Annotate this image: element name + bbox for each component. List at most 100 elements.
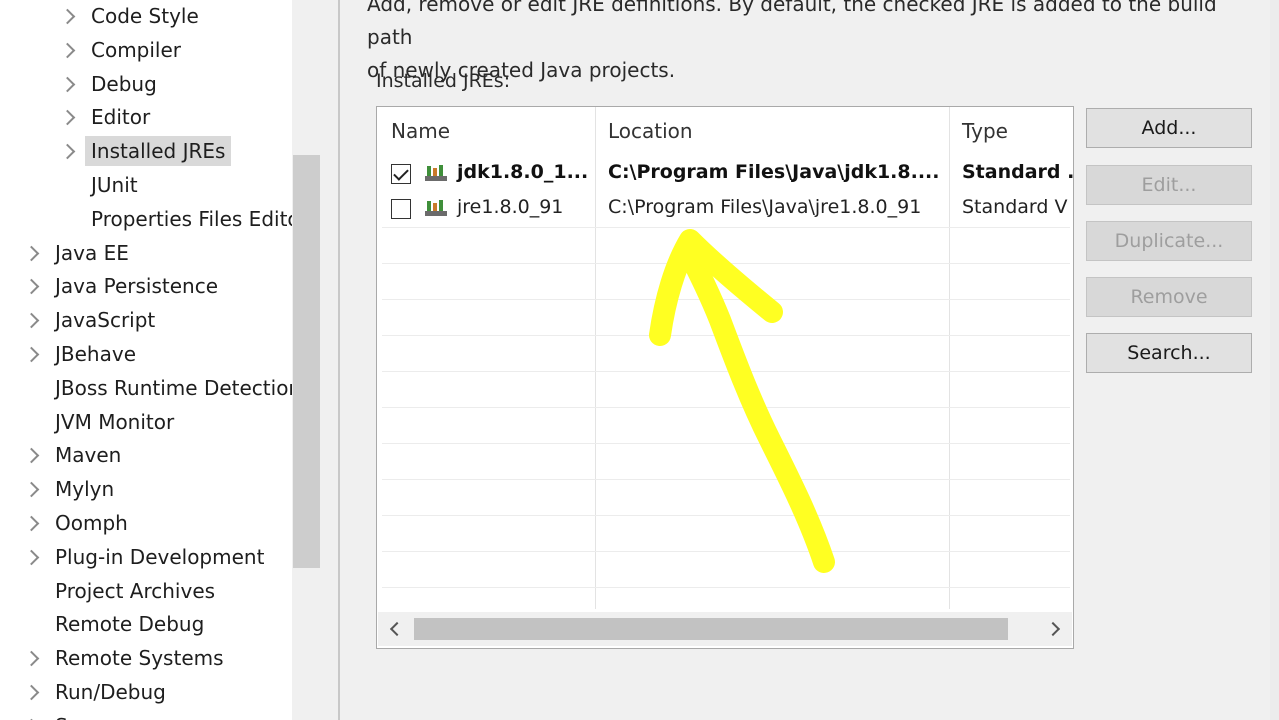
tree-item[interactable]: Maven bbox=[0, 440, 290, 470]
tree-item-label: Properties Files Edito bbox=[91, 207, 300, 231]
tree-item-label: Compiler bbox=[91, 38, 182, 62]
tree-item[interactable]: JUnit bbox=[0, 170, 290, 200]
search-button[interactable]: Search... bbox=[1086, 333, 1252, 373]
jre-library-icon bbox=[425, 165, 447, 181]
chevron-right-icon[interactable] bbox=[59, 76, 76, 93]
table-row[interactable]: jre1.8.0_91 C:\Program Files\Java\jre1.8… bbox=[377, 193, 1071, 227]
jre-checkbox-checked[interactable] bbox=[391, 164, 411, 184]
tree-item-label: JBehave bbox=[55, 342, 136, 366]
tree-item[interactable]: Remote Debug bbox=[0, 609, 290, 639]
jre-type: Standard ... bbox=[962, 161, 1074, 183]
installed-jres-table[interactable]: Name Location Type jdk1.8.0_1... C:\Prog… bbox=[376, 106, 1074, 649]
installed-jres-label: Installed JREs: bbox=[376, 70, 511, 92]
tree-item-label: Java EE bbox=[55, 241, 129, 265]
chevron-right-icon[interactable] bbox=[23, 684, 40, 701]
tree-item[interactable]: Debug bbox=[0, 69, 290, 99]
tree-item-label: Run/Debug bbox=[55, 680, 166, 704]
chevron-right-icon[interactable] bbox=[23, 447, 40, 464]
tree-item-label: Remote Debug bbox=[55, 612, 205, 636]
window-scrollbar[interactable] bbox=[1270, 0, 1279, 720]
jre-name: jdk1.8.0_1... bbox=[457, 161, 589, 183]
chevron-right-icon[interactable] bbox=[23, 312, 40, 329]
row-gridline bbox=[382, 551, 1070, 552]
chevron-right-icon[interactable] bbox=[23, 650, 40, 667]
chevron-right-icon[interactable] bbox=[23, 515, 40, 532]
horizontal-scrollbar-thumb[interactable] bbox=[414, 618, 1008, 640]
tree-item[interactable]: JavaScript bbox=[0, 305, 290, 335]
tree-item-label: Remote Systems bbox=[55, 646, 224, 670]
duplicate-button[interactable]: Duplicate... bbox=[1086, 221, 1252, 261]
tree-item-label: Project Archives bbox=[55, 579, 216, 603]
tree-item-label: Code Style bbox=[91, 4, 199, 28]
tree-item-label: Editor bbox=[91, 105, 151, 129]
tree-item-label: Installed JREs bbox=[85, 136, 232, 166]
tree-item[interactable]: Code Style bbox=[0, 1, 290, 31]
chevron-right-icon[interactable] bbox=[59, 42, 76, 59]
tree-item[interactable]: Editor bbox=[0, 102, 290, 132]
chevron-right-icon[interactable] bbox=[23, 549, 40, 566]
tree-item-label: Debug bbox=[91, 72, 157, 96]
tree-item[interactable]: JBoss Runtime Detection bbox=[0, 373, 301, 403]
jre-checkbox-unchecked[interactable] bbox=[391, 199, 411, 219]
tree-item-label: JBoss Runtime Detection bbox=[55, 376, 302, 400]
chevron-right-icon[interactable] bbox=[59, 143, 76, 160]
chevron-right-icon[interactable] bbox=[59, 8, 76, 25]
tree-item-label: JVM Monitor bbox=[55, 410, 175, 434]
tree-item-label: Server bbox=[55, 711, 121, 720]
chevron-right-icon[interactable] bbox=[23, 346, 40, 363]
tree-item[interactable]: Compiler bbox=[0, 35, 290, 65]
table-horizontal-scrollbar[interactable] bbox=[378, 612, 1072, 646]
tree-item-label: JavaScript bbox=[55, 308, 156, 332]
chevron-right-icon[interactable] bbox=[23, 278, 40, 295]
column-header-name[interactable]: Name bbox=[391, 119, 450, 143]
row-gridline bbox=[382, 407, 1070, 408]
tree-item[interactable]: Oomph bbox=[0, 508, 290, 538]
tree-item-label: Maven bbox=[55, 443, 122, 467]
tree-item[interactable]: JVM Monitor bbox=[0, 407, 290, 437]
tree-scrollbar-thumb[interactable] bbox=[293, 155, 320, 568]
jre-location: C:\Program Files\Java\jdk1.8.... bbox=[608, 161, 940, 183]
chevron-right-icon[interactable] bbox=[23, 245, 40, 262]
table-row[interactable]: jdk1.8.0_1... C:\Program Files\Java\jdk1… bbox=[377, 157, 1074, 191]
remove-button[interactable]: Remove bbox=[1086, 277, 1252, 317]
scroll-right-icon[interactable] bbox=[1045, 621, 1061, 637]
tree-item-label: Mylyn bbox=[55, 477, 115, 501]
tree-item[interactable]: Installed JREs bbox=[0, 136, 290, 166]
tree-item[interactable]: Java Persistence bbox=[0, 271, 290, 301]
tree-item-label: Java Persistence bbox=[55, 274, 218, 298]
jre-name: jre1.8.0_91 bbox=[457, 196, 564, 218]
row-gridline bbox=[382, 299, 1070, 300]
tree-item-label: JUnit bbox=[91, 173, 138, 197]
tree-item[interactable]: Mylyn bbox=[0, 474, 290, 504]
tree-item[interactable]: Run/Debug bbox=[0, 677, 290, 707]
description-line-1: Add, remove or edit JRE definitions. By … bbox=[367, 0, 1217, 49]
jre-location: C:\Program Files\Java\jre1.8.0_91 bbox=[608, 196, 922, 218]
row-gridline bbox=[382, 587, 1070, 588]
column-header-type[interactable]: Type bbox=[962, 119, 1008, 143]
chevron-right-icon[interactable] bbox=[23, 481, 40, 498]
row-gridline bbox=[382, 443, 1070, 444]
tree-item[interactable]: Project Archives bbox=[0, 576, 290, 606]
tree-item[interactable]: JBehave bbox=[0, 339, 290, 369]
jre-library-icon bbox=[425, 200, 447, 216]
tree-item[interactable]: Plug-in Development bbox=[0, 542, 290, 572]
scroll-left-icon[interactable] bbox=[389, 621, 405, 637]
row-gridline bbox=[382, 371, 1070, 372]
add-button[interactable]: Add... bbox=[1086, 108, 1252, 148]
edit-button[interactable]: Edit... bbox=[1086, 165, 1252, 205]
chevron-right-icon[interactable] bbox=[59, 109, 76, 126]
jre-type: Standard V bbox=[962, 196, 1068, 218]
pane-divider[interactable] bbox=[338, 0, 340, 720]
row-gridline bbox=[382, 479, 1070, 480]
tree-item[interactable]: Java EE bbox=[0, 238, 290, 268]
tree-item[interactable]: Properties Files Edito bbox=[0, 204, 300, 234]
tree-item-label: Plug-in Development bbox=[55, 545, 265, 569]
column-header-location[interactable]: Location bbox=[608, 119, 693, 143]
tree-item[interactable]: Remote Systems bbox=[0, 643, 290, 673]
row-gridline bbox=[382, 263, 1070, 264]
tree-item[interactable]: Server bbox=[0, 711, 290, 720]
row-gridline bbox=[382, 515, 1070, 516]
checkmark-icon bbox=[393, 165, 409, 181]
row-gridline bbox=[382, 335, 1070, 336]
preferences-tree: Code Style Compiler Debug Editor Installed J… bbox=[0, 0, 322, 720]
